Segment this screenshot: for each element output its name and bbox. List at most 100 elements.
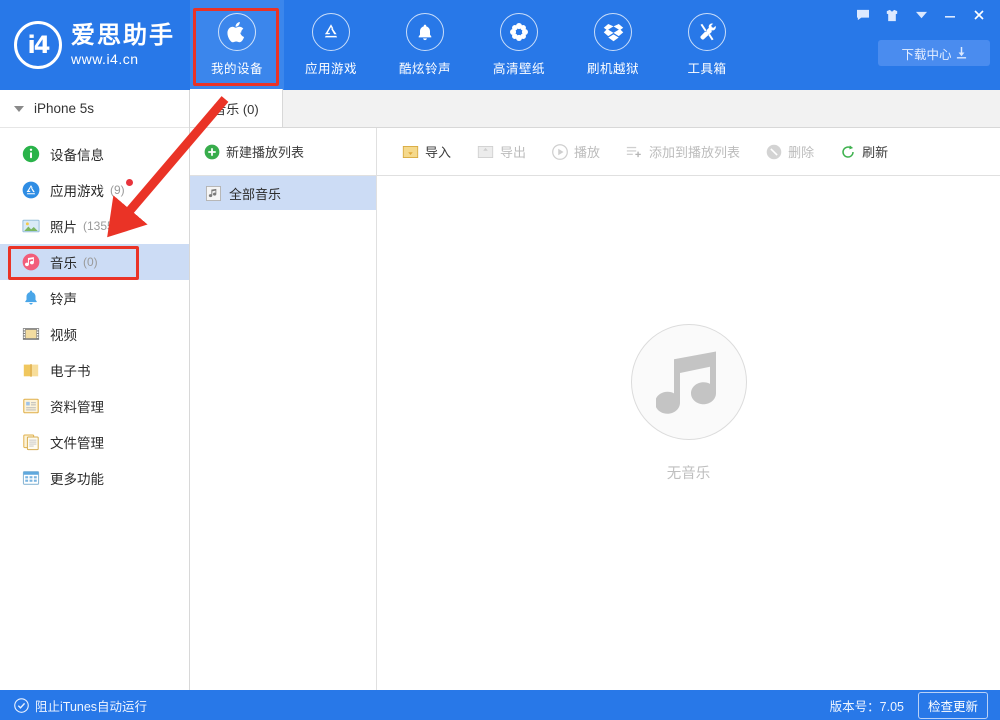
playlist-item-all-music[interactable]: 全部音乐 — [190, 176, 376, 210]
sidebar-item-videos[interactable]: 视频 — [0, 316, 189, 352]
status-bar: 阻止iTunes自动运行 版本号：7.05 检查更新 — [0, 690, 1000, 720]
minimize-icon[interactable] — [937, 4, 963, 26]
music-note-icon — [206, 186, 221, 201]
music-empty-state: 无音乐 — [377, 176, 1000, 690]
nav-tab-flash-jailbreak[interactable]: 刷机越狱 — [566, 0, 660, 90]
logo-mark-text: i4 — [28, 31, 49, 59]
refresh-button[interactable]: 刷新 — [827, 137, 901, 167]
block-itunes-toggle[interactable]: 阻止iTunes自动运行 — [0, 696, 147, 715]
sidebar-item-music[interactable]: 音乐 (0) — [0, 244, 189, 280]
download-center-label: 下载中心 — [901, 44, 951, 63]
app-header: i4 爱思助手 www.i4.cn 我的设备 应用游戏 — [0, 0, 1000, 90]
contacts-icon — [22, 397, 40, 415]
chevron-down-icon[interactable] — [908, 4, 934, 26]
sidebar-item-label: 照片 — [50, 216, 77, 236]
device-selector[interactable]: iPhone 5s — [0, 90, 189, 128]
import-label: 导入 — [425, 142, 451, 161]
sidebar-item-label: 音乐 — [50, 252, 77, 272]
sidebar-item-label: 资料管理 — [50, 396, 104, 416]
empty-state-circle — [631, 324, 747, 440]
plus-circle-icon — [204, 144, 220, 160]
sidebar-item-count: (0) — [83, 255, 98, 269]
apple-icon — [218, 13, 256, 51]
feedback-icon[interactable] — [850, 4, 876, 26]
sidebar-item-data-management[interactable]: 资料管理 — [0, 388, 189, 424]
sidebar-item-ringtones[interactable]: 铃声 — [0, 280, 189, 316]
version-label: 版本号：7.05 — [830, 696, 904, 715]
sidebar-item-label: 应用游戏 — [50, 180, 104, 200]
delete-icon — [766, 144, 782, 160]
sidebar-item-device-info[interactable]: 设备信息 — [0, 136, 189, 172]
sidebar-item-count: (1355) — [83, 219, 118, 233]
content-tabstrip: 音乐 (0) — [190, 90, 1000, 128]
sidebar-item-photos[interactable]: 照片 (1355) — [0, 208, 189, 244]
delete-button[interactable]: 删除 — [753, 137, 827, 167]
video-icon — [22, 325, 40, 343]
flower-icon — [500, 13, 538, 51]
add-to-playlist-label: 添加到播放列表 — [649, 142, 740, 161]
play-label: 播放 — [574, 142, 600, 161]
sidebar: iPhone 5s 设备信息 应用游戏 (9) — [0, 90, 190, 690]
export-button[interactable]: 导出 — [464, 137, 539, 167]
window-controls — [850, 4, 992, 26]
brand-name: 爱思助手 — [71, 24, 175, 48]
nav-tab-apps-games[interactable]: 应用游戏 — [284, 0, 378, 90]
files-icon — [22, 433, 40, 451]
block-itunes-label: 阻止iTunes自动运行 — [35, 696, 147, 715]
sidebar-item-file-management[interactable]: 文件管理 — [0, 424, 189, 460]
import-button[interactable]: 导入 — [389, 137, 464, 167]
notification-badge — [126, 179, 133, 186]
photo-icon — [22, 217, 40, 235]
open-box-icon — [594, 13, 632, 51]
app-window: i4 爱思助手 www.i4.cn 我的设备 应用游戏 — [0, 0, 1000, 720]
sidebar-item-label: 电子书 — [50, 360, 91, 380]
nav-tab-ringtones[interactable]: 酷炫铃声 — [378, 0, 472, 90]
status-bar-right: 版本号：7.05 检查更新 — [830, 692, 1000, 719]
music-icon — [22, 253, 40, 271]
content-panes: 全部音乐 无音乐 — [190, 176, 1000, 690]
sidebar-item-ebooks[interactable]: 电子书 — [0, 352, 189, 388]
refresh-icon — [840, 144, 856, 160]
nav-tab-label: 应用游戏 — [305, 58, 357, 77]
nav-tab-label: 工具箱 — [687, 58, 726, 77]
download-icon — [956, 47, 967, 59]
sidebar-item-apps-games[interactable]: 应用游戏 (9) — [0, 172, 189, 208]
brand-logo: i4 爱思助手 www.i4.cn — [0, 0, 190, 90]
new-playlist-label: 新建播放列表 — [226, 142, 304, 161]
sidebar-item-label: 铃声 — [50, 288, 77, 308]
export-label: 导出 — [500, 142, 526, 161]
play-button[interactable]: 播放 — [539, 137, 613, 167]
nav-tab-wallpapers[interactable]: 高清壁纸 — [472, 0, 566, 90]
empty-state-text: 无音乐 — [667, 462, 711, 483]
import-icon — [402, 144, 419, 160]
play-icon — [552, 144, 568, 160]
sidebar-item-label: 设备信息 — [50, 144, 104, 164]
info-icon — [22, 145, 40, 163]
sidebar-item-count: (9) — [110, 183, 125, 197]
skin-shirt-icon[interactable] — [879, 4, 905, 26]
sidebar-item-more-features[interactable]: 更多功能 — [0, 460, 189, 496]
bell-icon — [22, 289, 40, 307]
book-icon — [22, 361, 40, 379]
device-name: iPhone 5s — [34, 101, 94, 116]
tools-icon — [688, 13, 726, 51]
new-playlist-area: 新建播放列表 — [190, 128, 377, 176]
add-to-playlist-button[interactable]: 添加到播放列表 — [613, 137, 753, 167]
tab-music[interactable]: 音乐 (0) — [190, 89, 283, 127]
download-center-button[interactable]: 下载中心 — [878, 40, 990, 66]
new-playlist-button[interactable]: 新建播放列表 — [204, 137, 317, 167]
content-area: 音乐 (0) 新建播放列表 导入 导出 — [190, 90, 1000, 690]
check-update-button[interactable]: 检查更新 — [918, 692, 988, 719]
nav-tab-label: 刷机越狱 — [587, 58, 639, 77]
sidebar-item-label: 视频 — [50, 324, 77, 344]
nav-tab-toolbox[interactable]: 工具箱 — [660, 0, 754, 90]
playlist-pane: 全部音乐 — [190, 176, 377, 690]
toolbar-actions: 导入 导出 播放 添加到播放列表 删除 — [377, 137, 901, 167]
nav-tab-label: 酷炫铃声 — [399, 58, 451, 77]
music-note-icon — [656, 347, 722, 417]
main-nav-tabs: 我的设备 应用游戏 酷炫铃声 高清壁纸 — [190, 0, 754, 90]
delete-label: 删除 — [788, 142, 814, 161]
nav-tab-my-device[interactable]: 我的设备 — [190, 0, 284, 90]
close-icon[interactable] — [966, 4, 992, 26]
content-toolbar: 新建播放列表 导入 导出 播放 添加到播放列表 — [190, 128, 1000, 176]
